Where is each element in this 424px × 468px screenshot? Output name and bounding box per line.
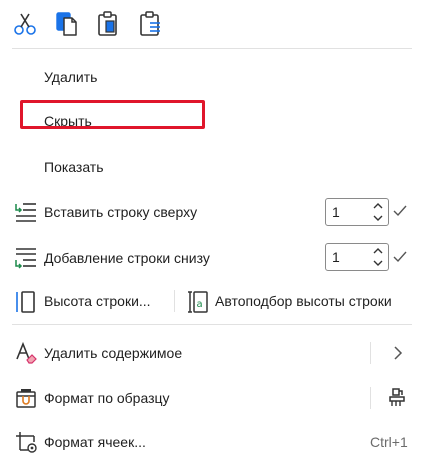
- stepper-down-icon[interactable]: [373, 214, 383, 222]
- stepper-up-icon[interactable]: [373, 247, 383, 255]
- menu-item-format-painter-label: Формат по образцу: [44, 390, 170, 406]
- format-painter-icon: [14, 386, 38, 415]
- row-height-separator: [174, 290, 175, 312]
- menu-item-autofit-row-height[interactable]: a Автоподбор высоты строки: [180, 286, 424, 316]
- format-cells-icon: [14, 430, 38, 459]
- menu-item-format-cells-label: Формат ячеек...: [44, 434, 146, 450]
- stepper-up-icon[interactable]: [373, 202, 383, 210]
- chevron-right-icon[interactable]: [393, 345, 403, 366]
- clear-contents-icon: [14, 341, 38, 370]
- confirm-insert-above-check-icon[interactable]: [393, 204, 407, 222]
- copy-icon[interactable]: [54, 10, 80, 43]
- insert-row-above-count-value: 1: [332, 204, 340, 220]
- clear-contents-separator: [370, 342, 371, 364]
- menu-item-format-painter[interactable]: Формат по образцу: [0, 383, 360, 413]
- svg-text:a: a: [197, 299, 203, 310]
- insert-row-below-icon: [14, 246, 38, 275]
- menu-item-format-cells[interactable]: Формат ячеек... Ctrl+1: [0, 427, 424, 457]
- format-painter-separator: [370, 387, 371, 409]
- menu-item-show-label: Показать: [44, 159, 104, 175]
- menu-item-add-row-below[interactable]: Добавление строки снизу: [0, 242, 320, 274]
- insert-row-above-count-stepper[interactable]: 1: [325, 198, 389, 226]
- menu-item-clear-contents-label: Удалить содержимое: [44, 345, 183, 361]
- toolbar: [0, 0, 424, 48]
- format-cells-shortcut: Ctrl+1: [370, 434, 408, 450]
- highlight-box: [20, 100, 205, 129]
- menu-item-add-row-below-label: Добавление строки снизу: [44, 250, 210, 266]
- menu-item-row-height[interactable]: Высота строки...: [0, 286, 168, 316]
- menu-item-row-height-label: Высота строки...: [44, 293, 151, 309]
- paste-special-icon[interactable]: [138, 10, 164, 43]
- menu-item-delete[interactable]: Удалить: [0, 62, 424, 92]
- paste-icon[interactable]: [96, 10, 122, 43]
- add-row-below-count-value: 1: [332, 249, 340, 265]
- menu-item-show[interactable]: Показать: [0, 152, 424, 182]
- add-row-below-count-stepper[interactable]: 1: [325, 243, 389, 271]
- stepper-down-icon[interactable]: [373, 259, 383, 267]
- autofit-row-height-icon: a: [186, 290, 210, 319]
- scissors-icon[interactable]: [12, 11, 38, 42]
- confirm-add-below-check-icon[interactable]: [393, 250, 407, 268]
- row-height-icon: [14, 290, 38, 319]
- menu-item-insert-row-above[interactable]: Вставить строку сверху: [0, 196, 320, 228]
- insert-row-above-icon: [14, 200, 38, 229]
- menu-item-clear-contents[interactable]: Удалить содержимое: [0, 338, 424, 368]
- menu-item-delete-label: Удалить: [44, 69, 98, 85]
- toolbar-divider: [12, 48, 412, 49]
- paintbrush-icon[interactable]: [385, 385, 409, 414]
- menu-item-insert-row-above-label: Вставить строку сверху: [44, 204, 198, 220]
- menu-item-autofit-row-height-label: Автоподбор высоты строки: [215, 293, 392, 309]
- section-divider: [12, 324, 412, 325]
